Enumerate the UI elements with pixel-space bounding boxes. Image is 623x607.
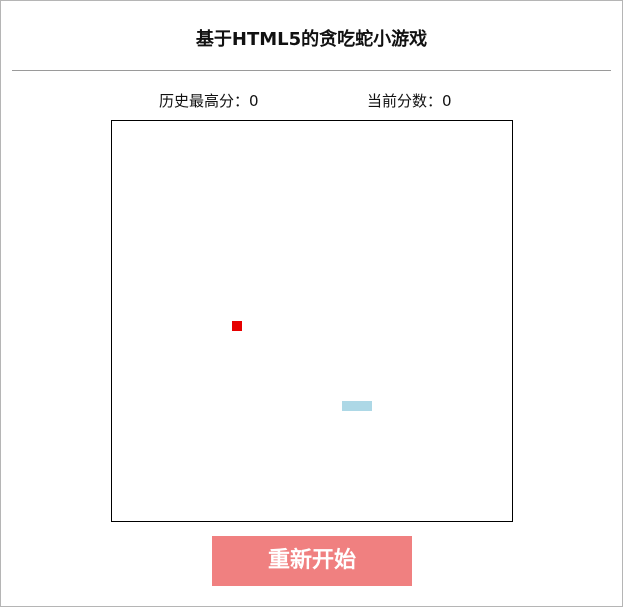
current-score-value: 0 [442,92,452,110]
best-score-value: 0 [249,92,259,110]
current-score-label: 当前分数： [367,92,443,110]
title-divider [12,70,611,71]
snake-head [342,401,352,411]
page-title: 基于HTML5的贪吃蛇小游戏 [195,29,428,50]
food-pellet [232,321,242,331]
current-score: 当前分数：0 [367,91,452,111]
best-score: 历史最高分：0 [159,91,259,111]
snake-segment [352,401,362,411]
restart-button[interactable]: 重新开始 [212,536,412,586]
best-score-label: 历史最高分： [159,92,250,110]
snake-segment [362,401,372,411]
game-board[interactable] [111,120,513,522]
